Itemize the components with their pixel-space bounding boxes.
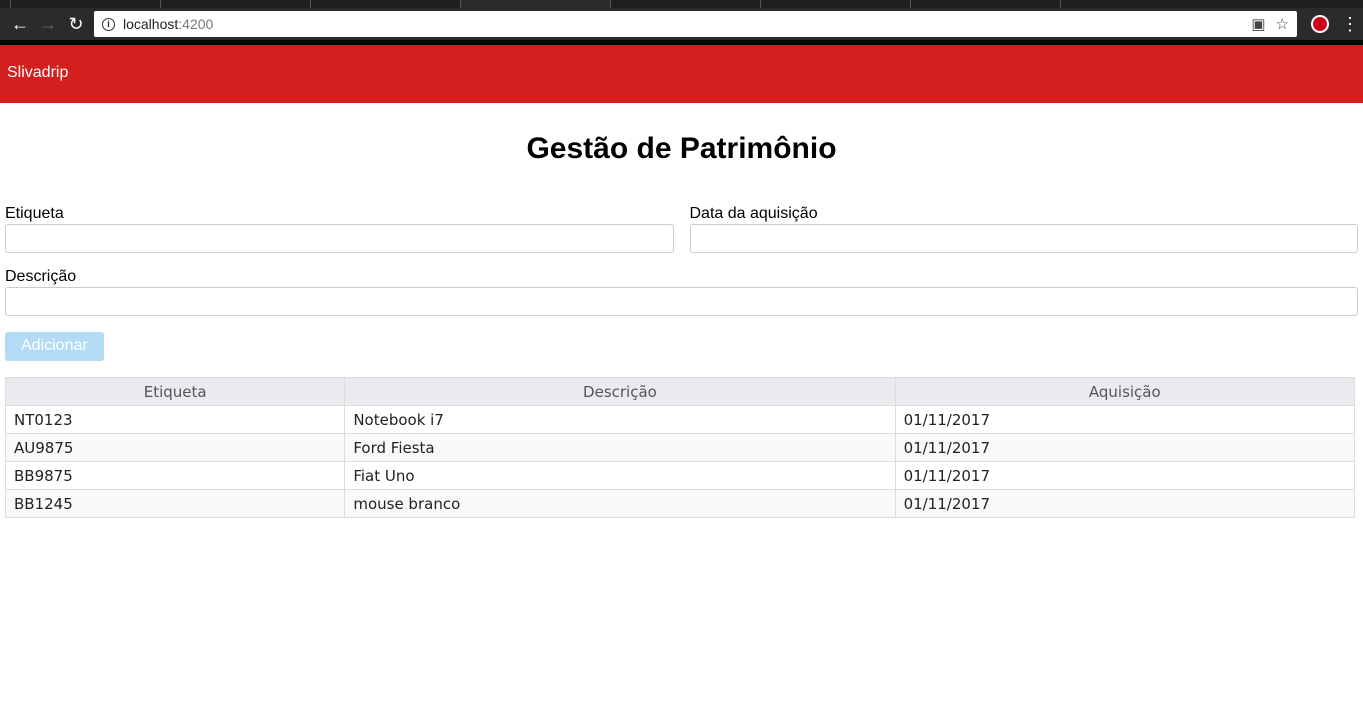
table-row: NT0123 Notebook i7 01/11/2017: [4, 405, 1356, 434]
cell-aquisicao: 01/11/2017: [894, 433, 1356, 462]
browser-tab[interactable]: [1060, 0, 1210, 8]
data-aquisicao-input[interactable]: [689, 224, 1358, 253]
etiqueta-input[interactable]: [5, 224, 674, 253]
star-icon[interactable]: ☆: [1276, 15, 1289, 33]
browser-tab[interactable]: [160, 0, 310, 8]
url-host: localhost: [123, 16, 179, 32]
browser-toolbar: ← → ↻ i localhost:4200 ▣ ☆ ⋮: [0, 8, 1363, 40]
brand-link[interactable]: Slivadrip: [7, 64, 68, 81]
back-icon[interactable]: ←: [6, 14, 34, 35]
browser-menu-icon[interactable]: ⋮: [1341, 14, 1359, 35]
browser-tab-active[interactable]: [460, 0, 610, 8]
patrimonio-table: Etiqueta Descrição Aquisição NT0123 Noteb…: [4, 377, 1356, 518]
data-aquisicao-label: Data da aquisição: [689, 205, 818, 222]
table-row: BB9875 Fiat Uno 01/11/2017: [4, 461, 1356, 490]
cell-descricao: Fiat Uno: [344, 461, 896, 490]
column-header: Etiqueta: [4, 377, 346, 406]
browser-tab[interactable]: [760, 0, 910, 8]
browser-tab-strip: [0, 0, 1363, 8]
page-title: Gestão de Patrimônio: [526, 132, 837, 165]
column-header: Aquisição: [894, 377, 1356, 406]
cell-etiqueta: BB9875: [4, 461, 346, 490]
descricao-input[interactable]: [5, 287, 1358, 316]
cell-etiqueta: BB1245: [4, 489, 346, 518]
adblock-extension-icon[interactable]: [1311, 15, 1329, 33]
address-bar[interactable]: i localhost:4200 ▣ ☆: [94, 11, 1297, 37]
cell-aquisicao: 01/11/2017: [894, 405, 1356, 434]
browser-tab[interactable]: [310, 0, 460, 8]
cell-aquisicao: 01/11/2017: [894, 461, 1356, 490]
cell-etiqueta: AU9875: [4, 433, 346, 462]
browser-tab[interactable]: [910, 0, 1060, 8]
browser-tab[interactable]: [10, 0, 160, 8]
cell-aquisicao: 01/11/2017: [894, 489, 1356, 518]
app-header: Slivadrip: [0, 45, 1363, 103]
column-header: Descrição: [344, 377, 896, 406]
descricao-label: Descrição: [5, 268, 77, 285]
cell-descricao: Ford Fiesta: [344, 433, 896, 462]
info-icon[interactable]: i: [102, 17, 115, 31]
adicionar-button[interactable]: Adicionar: [5, 332, 104, 361]
reload-icon[interactable]: ↻: [62, 14, 90, 35]
translate-icon[interactable]: ▣: [1251, 15, 1265, 33]
table-row: AU9875 Ford Fiesta 01/11/2017: [4, 433, 1356, 462]
cell-descricao: mouse branco: [344, 489, 896, 518]
browser-tab[interactable]: [610, 0, 760, 8]
url-port: :4200: [178, 16, 214, 32]
table-row: BB1245 mouse branco 01/11/2017: [4, 489, 1356, 518]
etiqueta-label: Etiqueta: [5, 205, 64, 222]
cell-descricao: Notebook i7: [344, 405, 896, 434]
cell-etiqueta: NT0123: [4, 405, 346, 434]
forward-icon[interactable]: →: [34, 14, 62, 35]
